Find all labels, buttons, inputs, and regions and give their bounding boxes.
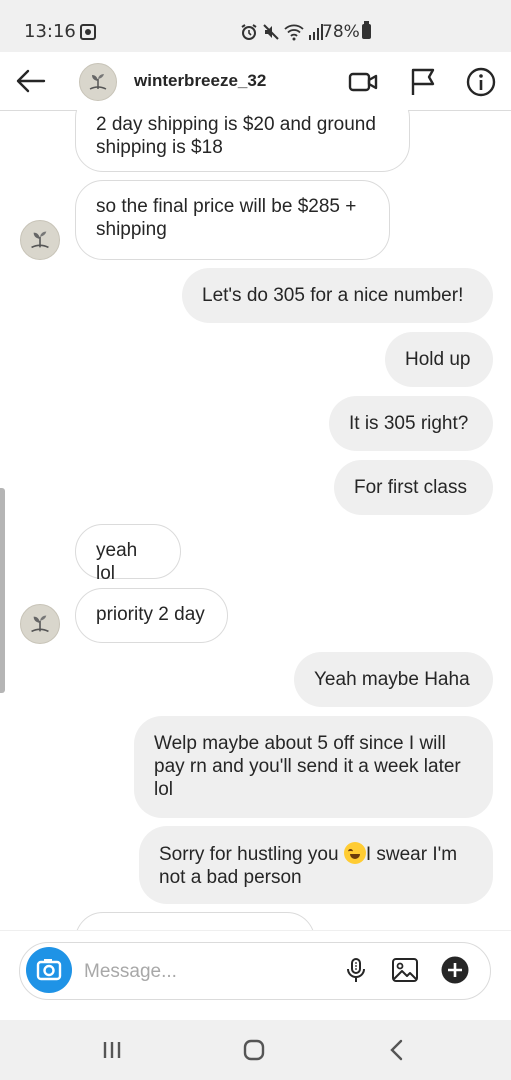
message-incoming[interactable]: so the final price will be $285 + shippi… xyxy=(75,180,390,260)
add-icon[interactable] xyxy=(441,956,469,984)
grinning-squinting-face-icon xyxy=(343,842,366,864)
mute-icon xyxy=(263,24,279,40)
message-text: priority 2 day xyxy=(96,604,205,625)
sprout-icon xyxy=(31,615,49,633)
message-text: Yeah maybe Haha xyxy=(314,669,470,690)
message-thread[interactable]: 2 day shipping is $20 and ground shippin… xyxy=(0,110,511,930)
message-incoming[interactable]: priority 2 day xyxy=(75,588,228,643)
camera-button[interactable] xyxy=(26,947,72,993)
message-outgoing[interactable]: Hold up xyxy=(385,332,493,387)
status-bar: 13:16 78% xyxy=(0,0,511,52)
sprout-icon xyxy=(31,231,49,249)
back-icon[interactable] xyxy=(383,1036,411,1064)
message-input-box[interactable]: Message... xyxy=(19,942,491,1000)
message-text: Hold up xyxy=(405,349,471,370)
message-text-start: Sorry for hustling you xyxy=(159,844,344,865)
photo-notification-icon xyxy=(80,24,96,40)
system-nav-bar xyxy=(0,1020,511,1080)
home-icon[interactable] xyxy=(240,1036,268,1064)
system-icons xyxy=(240,22,324,42)
message-text: For first class xyxy=(354,477,467,498)
battery-icon xyxy=(362,21,371,39)
scrollbar[interactable] xyxy=(0,488,5,693)
gallery-icon[interactable] xyxy=(391,956,419,984)
info-icon[interactable] xyxy=(465,66,497,98)
message-outgoing[interactable]: Sorry for hustling you I swear I'm not a… xyxy=(139,826,493,904)
message-composer: Message... xyxy=(0,930,511,1021)
message-incoming[interactable]: 2 day shipping is $20 and ground shippin… xyxy=(75,110,410,172)
message-outgoing[interactable]: For first class xyxy=(334,460,493,515)
message-incoming-partial[interactable] xyxy=(75,912,315,930)
battery-percent: 78% xyxy=(322,22,360,42)
camera-icon xyxy=(36,959,62,981)
message-text: Let's do 305 for a nice number! xyxy=(202,285,464,306)
message-text: yeah lol xyxy=(96,540,138,584)
alarm-icon xyxy=(241,24,257,40)
message-text: It is 305 right? xyxy=(349,413,469,434)
avatar[interactable] xyxy=(20,220,60,260)
chat-username[interactable]: winterbreeze_32 xyxy=(134,71,266,91)
message-outgoing[interactable]: Welp maybe about 5 off since I will pay … xyxy=(134,716,493,818)
sprout-icon xyxy=(89,74,107,90)
message-outgoing[interactable]: Yeah maybe Haha xyxy=(294,652,493,707)
back-arrow-icon[interactable] xyxy=(14,65,46,97)
message-text: Welp maybe about 5 off since I will pay … xyxy=(154,733,461,800)
message-text: so the final price will be $285 + shippi… xyxy=(96,196,357,240)
recent-apps-icon[interactable] xyxy=(98,1036,126,1064)
wifi-icon xyxy=(284,24,304,41)
video-call-icon[interactable] xyxy=(347,66,379,98)
microphone-icon[interactable] xyxy=(342,956,370,984)
status-time: 13:16 xyxy=(24,21,76,42)
message-text: 2 day shipping is $20 and ground shippin… xyxy=(96,114,376,158)
avatar[interactable] xyxy=(20,604,60,644)
message-incoming[interactable]: yeah lol xyxy=(75,524,181,584)
message-outgoing[interactable]: It is 305 right? xyxy=(329,396,493,451)
chat-header: winterbreeze_32 xyxy=(0,52,511,111)
message-input[interactable]: Message... xyxy=(84,961,177,983)
message-outgoing[interactable]: Let's do 305 for a nice number! xyxy=(182,268,493,323)
flag-icon[interactable] xyxy=(407,66,439,98)
avatar[interactable] xyxy=(79,63,117,101)
